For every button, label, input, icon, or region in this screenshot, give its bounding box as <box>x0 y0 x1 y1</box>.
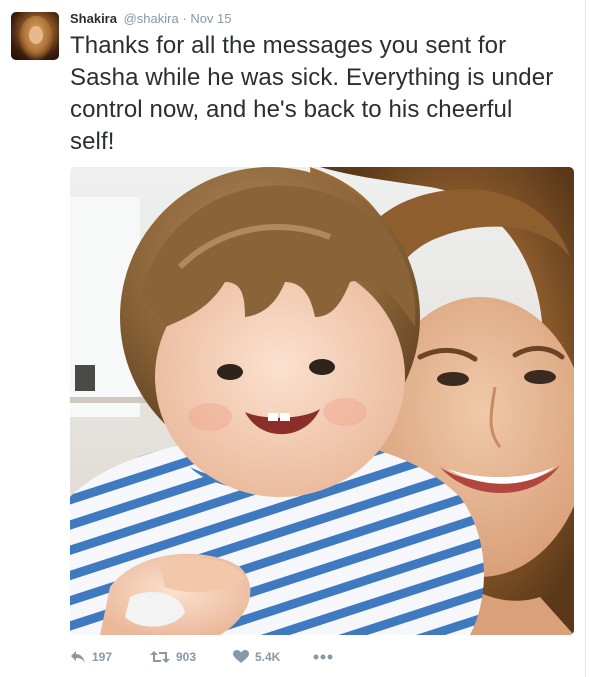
retweet-button[interactable]: 903 <box>150 650 233 664</box>
avatar[interactable] <box>11 12 59 60</box>
tweet-header: Shakira @shakira · Nov 15 <box>70 11 232 27</box>
tweet-date[interactable]: Nov 15 <box>190 11 231 26</box>
retweet-icon <box>150 650 170 664</box>
like-count: 5.4K <box>255 650 281 664</box>
more-button[interactable] <box>313 654 333 660</box>
retweet-count: 903 <box>176 650 197 664</box>
reply-button[interactable]: 197 <box>70 650 150 664</box>
author-handle[interactable]: @shakira <box>124 11 179 26</box>
reply-count: 197 <box>92 650 113 664</box>
heart-icon <box>233 650 249 664</box>
like-button[interactable]: 5.4K <box>233 650 313 664</box>
more-dots-icon <box>313 654 333 660</box>
tweet-photo[interactable] <box>70 167 574 635</box>
tweet-text: Thanks for all the messages you sent for… <box>70 32 554 155</box>
avatar-face <box>29 26 43 44</box>
photo-illustration <box>70 167 574 635</box>
tweet-card: Shakira @shakira · Nov 15 Thanks for all… <box>0 0 586 677</box>
reply-icon <box>70 650 86 664</box>
author-name[interactable]: Shakira <box>70 11 117 26</box>
tweet-actions: 197 903 5.4K <box>70 646 333 668</box>
header-separator: · <box>182 11 187 26</box>
